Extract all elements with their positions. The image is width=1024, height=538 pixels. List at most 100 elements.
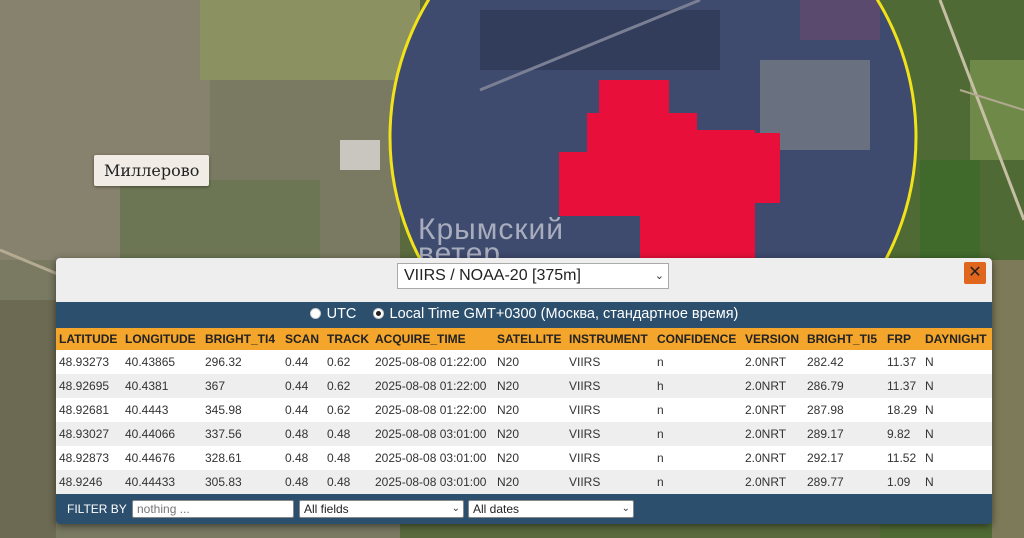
table-cell: VIIRS [566,470,654,494]
table-cell: 11.37 [884,350,922,374]
table-row[interactable]: 48.92681 40.4443 345.98 0.44 0.62 2025-08-08 … [56,398,992,422]
table-cell: 286.79 [804,374,884,398]
chevron-down-icon: ⌄ [621,503,630,514]
table-cell: N20 [494,374,566,398]
table-cell: VIIRS [566,350,654,374]
column-header[interactable]: LATITUDE [56,328,122,350]
filter-bar: FILTER BY All fields ⌄ All dates ⌄ [56,496,992,524]
filter-input[interactable] [132,500,294,518]
table-cell: N20 [494,446,566,470]
table-cell: 48.93027 [56,422,122,446]
table-cell: n [654,470,742,494]
column-header[interactable]: SATELLITE [494,328,566,350]
table-cell: 0.44 [282,374,324,398]
table-cell: 0.48 [324,470,372,494]
column-header[interactable]: FRP [884,328,922,350]
column-header[interactable]: SCAN [282,328,324,350]
town-label: Миллерово [94,155,210,186]
table-cell: 2.0NRT [742,470,804,494]
table-cell: 0.62 [324,398,372,422]
close-button[interactable]: ✕ [964,262,986,284]
table-cell: 18.29 [884,398,922,422]
table-cell: 48.93273 [56,350,122,374]
table-cell: 1.09 [884,470,922,494]
panel-header: VIIRS / NOAA-20 [375m] ⌄ ✕ [56,258,992,302]
table-cell: 0.44 [282,398,324,422]
table-cell: 2025-08-08 01:22:00 [372,374,494,398]
table-cell: 289.77 [804,470,884,494]
column-header[interactable]: CONFIDENCE [654,328,742,350]
column-header[interactable]: LONGITUDE [122,328,202,350]
table-cell: 40.43865 [122,350,202,374]
table-cell: N [922,350,992,374]
column-header[interactable]: TRACK [324,328,372,350]
table-cell: 40.44066 [122,422,202,446]
table-cell: 2.0NRT [742,422,804,446]
table-row[interactable]: 48.92695 40.4381 367 0.44 0.62 2025-08-08 01:… [56,374,992,398]
fields-select[interactable]: All fields ⌄ [299,500,464,518]
local-time-radio-label[interactable]: Local Time GMT+0300 (Москва, стандартное… [390,306,739,322]
table-cell: 48.9246 [56,470,122,494]
table-cell: N [922,374,992,398]
table-cell: 0.62 [324,374,372,398]
table-cell: N20 [494,470,566,494]
table-cell: 2.0NRT [742,398,804,422]
table-cell: VIIRS [566,422,654,446]
table-cell: 11.37 [884,374,922,398]
table-cell: VIIRS [566,446,654,470]
column-header[interactable]: ACQUIRE_TIME [372,328,494,350]
table-cell: 0.48 [282,422,324,446]
table-cell: N20 [494,350,566,374]
table-cell: 2.0NRT [742,350,804,374]
table-row[interactable]: 48.93027 40.44066 337.56 0.48 0.48 2025-08-08… [56,422,992,446]
timezone-selector: UTC Local Time GMT+0300 (Москва, стандар… [56,302,992,328]
table-row[interactable]: 48.93273 40.43865 296.32 0.44 0.62 2025-08-08… [56,350,992,374]
table-body: 48.93273 40.43865 296.32 0.44 0.62 2025-08-08… [56,350,992,494]
table-cell: 337.56 [202,422,282,446]
table-cell: 2025-08-08 03:01:00 [372,446,494,470]
table-cell: 287.98 [804,398,884,422]
table-cell: 48.92681 [56,398,122,422]
column-header[interactable]: VERSION [742,328,804,350]
utc-radio-label[interactable]: UTC [327,306,357,322]
table-row[interactable]: 48.9246 40.44433 305.83 0.48 0.48 2025-08-08 … [56,470,992,494]
table-cell: VIIRS [566,398,654,422]
table-cell: 305.83 [202,470,282,494]
table-cell: 0.62 [324,350,372,374]
filter-label: FILTER BY [67,502,127,516]
column-header[interactable]: DAYNIGHT [922,328,992,350]
table-cell: 2025-08-08 03:01:00 [372,422,494,446]
table-cell: 40.44433 [122,470,202,494]
column-header[interactable]: BRIGHT_TI4 [202,328,282,350]
table-cell: 11.52 [884,446,922,470]
source-select[interactable]: VIIRS / NOAA-20 [375m] ⌄ [397,263,669,289]
local-time-radio[interactable] [372,308,384,319]
column-header[interactable]: BRIGHT_TI5 [804,328,884,350]
table-cell: N20 [494,422,566,446]
table-cell: 2.0NRT [742,446,804,470]
table-row[interactable]: 48.92873 40.44676 328.61 0.48 0.48 2025-08-08… [56,446,992,470]
dates-select[interactable]: All dates ⌄ [468,500,634,518]
table-cell: 48.92873 [56,446,122,470]
fields-select-value: All fields [304,502,349,516]
table-cell: 40.44676 [122,446,202,470]
table-cell: N20 [494,398,566,422]
table-cell: 40.4381 [122,374,202,398]
table-header-row: LATITUDE LONGITUDE BRIGHT_TI4 SCAN TRACK… [56,328,992,350]
chevron-down-icon: ⌄ [451,503,460,514]
column-header[interactable]: INSTRUMENT [566,328,654,350]
source-select-value: VIIRS / NOAA-20 [375m] [404,267,581,284]
table-cell: 282.42 [804,350,884,374]
dates-select-value: All dates [473,502,520,516]
table-cell: 289.17 [804,422,884,446]
table-cell: 292.17 [804,446,884,470]
table-cell: 296.32 [202,350,282,374]
table-cell: N [922,446,992,470]
table-cell: 367 [202,374,282,398]
table-cell: 0.48 [282,446,324,470]
table-cell: n [654,398,742,422]
table-cell: 2025-08-08 01:22:00 [372,350,494,374]
utc-radio[interactable] [309,308,321,319]
table-cell: N [922,398,992,422]
table-cell: VIIRS [566,374,654,398]
